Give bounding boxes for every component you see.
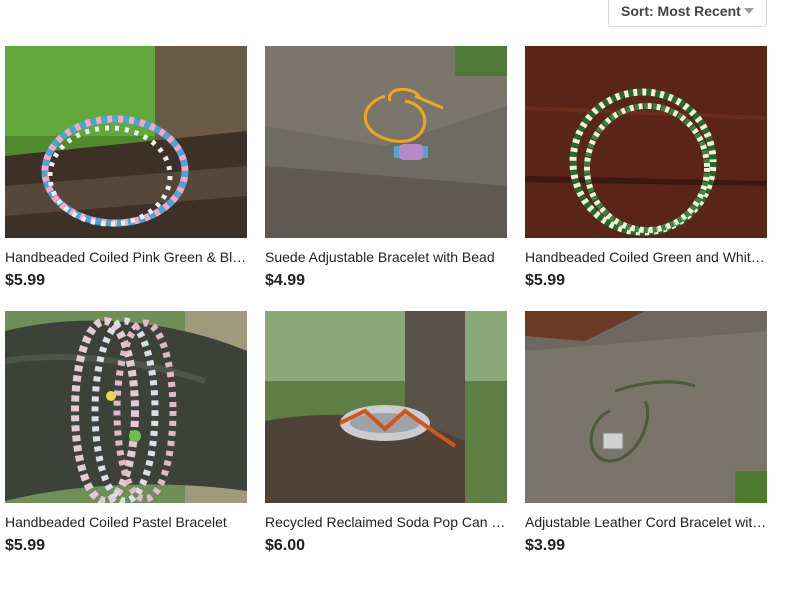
chevron-down-icon	[744, 8, 754, 14]
listing-image[interactable]	[5, 311, 247, 503]
listing-image[interactable]	[525, 46, 767, 238]
listing-price: $5.99	[5, 537, 46, 554]
listing-card[interactable]: Handbeaded Coiled Pink Green & Blue Memo…	[5, 46, 247, 290]
listing-card[interactable]: Handbeaded Coiled Green and White Bracel…	[525, 46, 767, 290]
listing-image[interactable]	[265, 311, 507, 503]
listing-card[interactable]: Suede Adjustable Bracelet with Bead $4.9…	[265, 46, 507, 290]
listing-title[interactable]: Suede Adjustable Bracelet with Bead	[265, 249, 507, 266]
listing-image[interactable]	[525, 311, 767, 503]
listing-price: $3.99	[525, 537, 566, 554]
listing-title[interactable]: Recycled Reclaimed Soda Pop Can Tab Brac…	[265, 514, 507, 531]
listing-price: $5.99	[5, 272, 46, 289]
listing-title[interactable]: Handbeaded Coiled Green and White Bracel…	[525, 249, 767, 266]
listing-price: $4.99	[265, 272, 306, 289]
listing-card[interactable]: Recycled Reclaimed Soda Pop Can Tab Brac…	[265, 311, 507, 555]
listing-card[interactable]: Adjustable Leather Cord Bracelet with Ch…	[525, 311, 767, 555]
listing-grid: Handbeaded Coiled Pink Green & Blue Memo…	[5, 46, 767, 555]
listing-price: $5.99	[525, 272, 566, 289]
listing-card[interactable]: Handbeaded Coiled Pastel Bracelet $5.99	[5, 311, 247, 555]
listing-price: $6.00	[265, 537, 306, 554]
listing-title[interactable]: Handbeaded Coiled Pastel Bracelet	[5, 514, 247, 531]
sort-dropdown[interactable]: Sort: Most Recent	[608, 0, 767, 27]
listing-image[interactable]	[265, 46, 507, 238]
listing-image[interactable]	[5, 46, 247, 238]
listing-title[interactable]: Handbeaded Coiled Pink Green & Blue Memo…	[5, 249, 247, 266]
sort-label: Sort: Most Recent	[621, 2, 741, 19]
listing-title[interactable]: Adjustable Leather Cord Bracelet with Ch…	[525, 514, 767, 531]
